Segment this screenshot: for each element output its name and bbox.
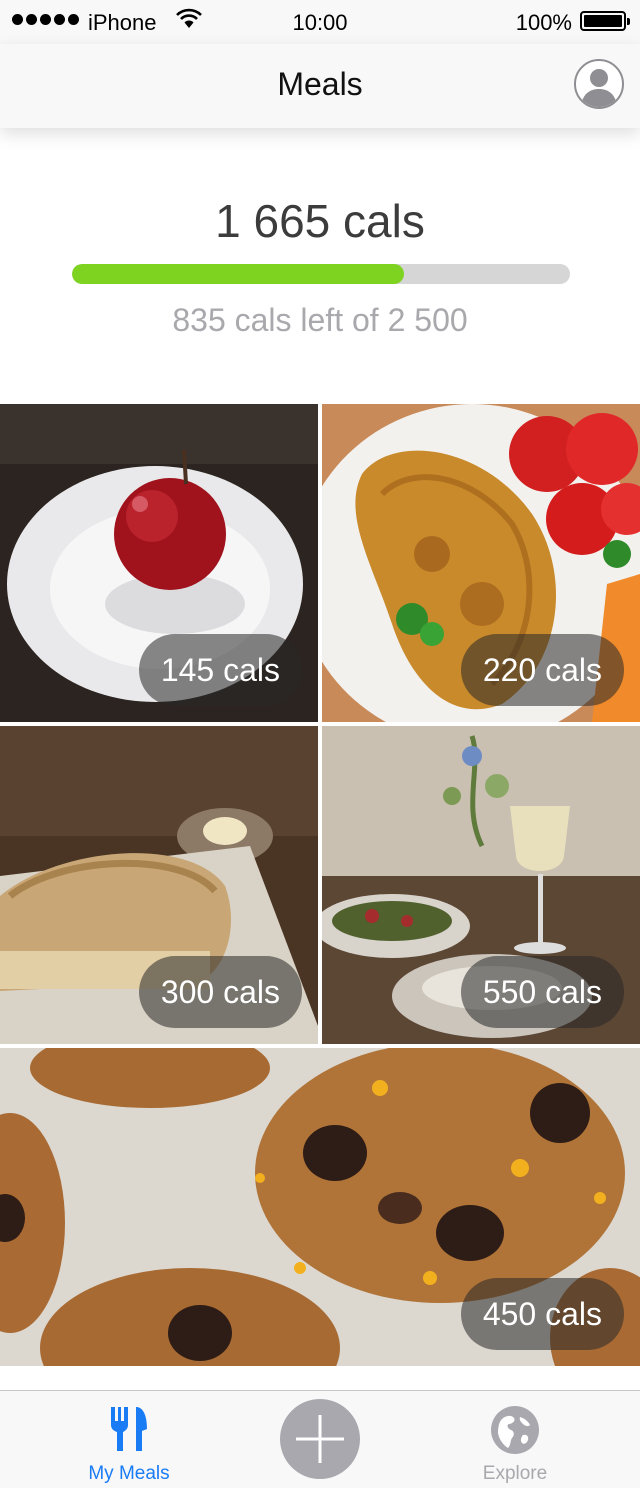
meal-card-bread[interactable]: 300 cals xyxy=(0,726,318,1044)
tab-label-explore: Explore xyxy=(482,1463,548,1484)
meal-card-cookies[interactable]: 450 cals xyxy=(0,1048,640,1366)
page-title: Meals xyxy=(277,66,363,102)
profile-button[interactable] xyxy=(574,59,624,109)
meal-calorie-badge: 450 cals xyxy=(460,1278,624,1350)
tab-bar: My Meals Explore xyxy=(0,1390,640,1488)
meal-card-apple[interactable]: 145 cals xyxy=(0,404,318,722)
tab-explore[interactable]: Explore xyxy=(430,1391,600,1488)
meal-card-salad[interactable]: 550 cals xyxy=(322,726,640,1044)
tab-my-meals[interactable]: My Meals xyxy=(44,1391,214,1488)
tab-label-my-meals: My Meals xyxy=(88,1463,170,1484)
calorie-progress-bar xyxy=(72,264,570,284)
calorie-summary: 1 665 cals 835 cals left of 2 500 xyxy=(0,128,640,404)
user-avatar-icon xyxy=(581,69,617,107)
calorie-progress-fill xyxy=(72,264,404,284)
battery-percentage: 100% xyxy=(515,10,572,35)
meal-calorie-badge: 300 cals xyxy=(138,956,302,1028)
plus-icon xyxy=(296,1415,344,1463)
globe-icon xyxy=(491,1406,539,1454)
meal-calorie-badge: 550 cals xyxy=(460,956,624,1028)
navigation-bar: Meals xyxy=(0,44,640,128)
fork-knife-icon xyxy=(111,1407,147,1451)
calories-remaining: 835 cals left of 2 500 xyxy=(172,302,468,338)
add-meal-button[interactable] xyxy=(280,1399,360,1479)
status-bar: iPhone 10:00 100% xyxy=(0,0,640,44)
meal-card-omelette[interactable]: 220 cals xyxy=(322,404,640,722)
meal-calorie-badge: 145 cals xyxy=(138,634,302,706)
calories-consumed: 1 665 cals xyxy=(215,195,425,247)
meal-calorie-badge: 220 cals xyxy=(460,634,624,706)
battery-icon xyxy=(580,11,630,31)
